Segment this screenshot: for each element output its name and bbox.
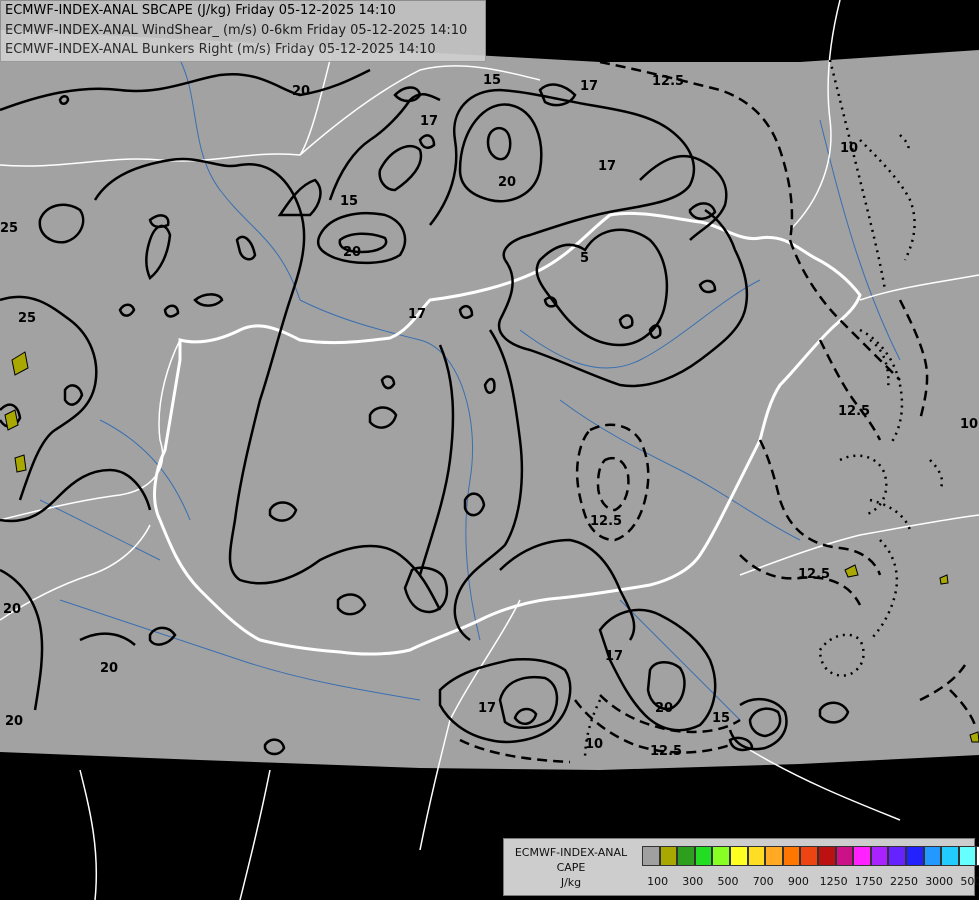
contour-label: 17 <box>605 649 623 664</box>
contour-label: 25 <box>0 221 18 236</box>
contour-label: 17 <box>580 79 598 94</box>
legend-tick-label: 5000 <box>960 875 979 888</box>
contour-label: 20 <box>100 661 118 676</box>
data-domain <box>0 30 979 770</box>
legend-title-source: ECMWF-INDEX-ANAL <box>514 846 628 859</box>
legend-swatch <box>677 846 695 866</box>
legend-ticks: 100 300 500 700 900 1250 1750 2250 3000 5000 <box>642 875 979 891</box>
legend-tick-label: 700 <box>752 875 774 888</box>
contour-label: 17 <box>598 159 616 174</box>
legend-swatch <box>747 846 766 866</box>
legend-swatch <box>782 846 801 866</box>
map-header: ECMWF-INDEX-ANAL SBCAPE (J/kg) Friday 05… <box>0 0 486 62</box>
contour-label: 10 <box>585 737 603 752</box>
header-bunkers: ECMWF-INDEX-ANAL Bunkers Right (m/s) Fri… <box>5 42 436 57</box>
contour-label: 25 <box>18 311 36 326</box>
legend-tick-label: 900 <box>787 875 809 888</box>
weather-map: 20 25 25 15 17 17 20 17 12.5 10 15 20 5 … <box>0 0 979 900</box>
contour-label: 10 <box>840 141 858 156</box>
legend-swatch <box>958 846 977 866</box>
contour-label: 12.5 <box>650 744 682 759</box>
legend-swatch <box>712 846 730 866</box>
legend-swatch <box>729 846 748 866</box>
contour-label: 17 <box>420 114 438 129</box>
legend-swatch <box>659 846 678 866</box>
contour-label: 20 <box>3 602 21 617</box>
legend-swatch <box>765 846 783 866</box>
contour-label: 12.5 <box>798 567 830 582</box>
contour-label: 12.5 <box>652 74 684 89</box>
contour-label: 17 <box>408 307 426 322</box>
contour-label: 20 <box>292 84 310 99</box>
contour-label: 5 <box>580 251 589 266</box>
header-sbcape: ECMWF-INDEX-ANAL SBCAPE (J/kg) Friday 05… <box>5 3 396 18</box>
legend-swatch <box>817 846 836 866</box>
legend-swatch <box>888 846 906 866</box>
legend-tick-label: 1250 <box>819 875 848 888</box>
legend-swatch <box>905 846 924 866</box>
legend-swatch <box>923 846 942 866</box>
legend-title-unit: J/kg <box>560 876 582 889</box>
contour-label: 20 <box>5 714 23 729</box>
header-windshear: ECMWF-INDEX-ANAL WindShear_ (m/s) 0-6km … <box>5 22 468 38</box>
legend-swatches <box>642 846 979 866</box>
contour-label: 12.5 <box>838 404 870 419</box>
legend-title-field: CAPE <box>556 861 586 874</box>
contour-label: 15 <box>712 711 730 726</box>
legend-tick-label: 100 <box>647 875 669 888</box>
legend-swatch <box>941 846 959 866</box>
contour-label: 17 <box>478 701 496 716</box>
contour-label: 20 <box>655 701 673 716</box>
legend-swatch <box>800 846 818 866</box>
legend-swatch <box>642 846 660 866</box>
legend-swatch <box>870 846 889 866</box>
legend-swatch <box>853 846 871 866</box>
legend-swatch <box>694 846 713 866</box>
contour-label: 12.5 <box>590 514 622 529</box>
legend-title: ECMWF-INDEX-ANAL CAPE J/kg <box>506 845 636 890</box>
legend-swatch <box>835 846 854 866</box>
legend-tick-label: 300 <box>682 875 704 888</box>
contour-label: 10 <box>960 417 978 432</box>
legend-tick-label: 500 <box>717 875 739 888</box>
legend-tick-label: 1750 <box>854 875 883 888</box>
contour-label: 15 <box>340 194 358 209</box>
contour-label: 20 <box>498 175 516 190</box>
legend-tick-label: 2250 <box>890 875 918 888</box>
cape-legend: ECMWF-INDEX-ANAL CAPE J/kg 100 300 500 700 9… <box>503 838 979 896</box>
contour-label: 15 <box>483 73 501 88</box>
legend-tick-label: 3000 <box>925 875 954 888</box>
contour-label: 20 <box>343 245 361 260</box>
